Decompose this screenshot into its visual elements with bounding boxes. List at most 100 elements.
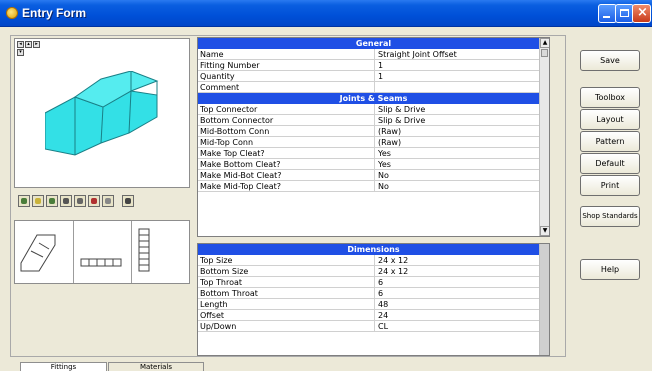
property-value[interactable]: Straight Joint Offset (378, 50, 457, 59)
scroll-down-icon[interactable]: ▼ (540, 226, 549, 236)
pan-down-icon[interactable]: ▾ (17, 49, 24, 56)
property-value[interactable]: 6 (378, 289, 383, 298)
property-row[interactable]: Name Straight Joint Offset (198, 49, 549, 60)
property-row[interactable]: Up/Down CL (198, 321, 549, 332)
property-row[interactable]: Bottom Throat 6 (198, 288, 549, 299)
app-icon (6, 7, 18, 19)
property-label: Make Mid-Bot Cleat? (200, 171, 282, 180)
property-row[interactable]: Make Bottom Cleat? Yes (198, 159, 549, 170)
wireframe-icon[interactable] (32, 195, 44, 207)
property-label: Length (200, 300, 228, 309)
property-label: Bottom Connector (200, 116, 274, 125)
scroll-thumb[interactable] (541, 49, 548, 57)
property-label: Top Throat (200, 278, 243, 287)
property-label: Fitting Number (200, 61, 260, 70)
title-bar: Entry Form × (0, 0, 652, 27)
offset-fitting-model (45, 71, 159, 156)
layout-button[interactable]: Layout (580, 109, 640, 130)
property-label: Comment (200, 83, 240, 92)
property-value[interactable]: 24 x 12 (378, 256, 408, 265)
view-drawings (20, 228, 150, 272)
property-value[interactable]: (Raw) (378, 138, 401, 147)
dimensions-scrollbar[interactable] (539, 244, 549, 355)
property-row[interactable]: Make Mid-Top Cleat? No (198, 181, 549, 192)
property-row[interactable]: Bottom Connector Slip & Drive (198, 115, 549, 126)
tab-fittings[interactable]: Fittings (20, 362, 107, 371)
save-button[interactable]: Save (580, 50, 640, 71)
property-row[interactable]: Offset 24 (198, 310, 549, 321)
property-value[interactable]: Slip & Drive (378, 116, 425, 125)
pattern-button[interactable]: Pattern (580, 131, 640, 152)
property-label: Top Connector (200, 105, 258, 114)
zoom-icon[interactable] (88, 195, 100, 207)
property-value[interactable]: 24 (378, 311, 388, 320)
section-header-joints: Joints & Seams (198, 93, 549, 104)
toolbox-button[interactable]: Toolbox (580, 87, 640, 108)
property-value[interactable]: 24 x 12 (378, 267, 408, 276)
pan-up-icon[interactable]: ▴ (25, 41, 32, 48)
view-toolbar (14, 193, 190, 213)
property-value[interactable]: Yes (378, 160, 391, 169)
property-row[interactable]: Length 48 (198, 299, 549, 310)
property-label: Make Top Cleat? (200, 149, 265, 158)
help-button[interactable]: Help (580, 259, 640, 280)
tab-materials[interactable]: Materials (108, 362, 204, 371)
property-value[interactable]: 1 (378, 61, 383, 70)
iso-view-icon[interactable] (46, 195, 58, 207)
side-view-icon[interactable] (74, 195, 86, 207)
property-row[interactable]: Top Size 24 x 12 (198, 255, 549, 266)
pan-left-icon[interactable]: ◂ (17, 41, 24, 48)
default-button[interactable]: Default (580, 153, 640, 174)
property-label: Quantity (200, 72, 235, 81)
property-value[interactable]: Slip & Drive (378, 105, 425, 114)
print-button[interactable]: Print (580, 175, 640, 196)
general-scrollbar[interactable]: ▲ ▼ (539, 38, 549, 236)
property-label: Make Mid-Top Cleat? (200, 182, 282, 191)
client-area: ◂ ▴ ▸ ▾ General Name Straight Joint Offs… (0, 27, 652, 371)
pan-right-icon[interactable]: ▸ (33, 41, 40, 48)
property-value[interactable]: 48 (378, 300, 388, 309)
property-label: Up/Down (200, 322, 237, 331)
property-label: Make Bottom Cleat? (200, 160, 281, 169)
close-icon: × (637, 5, 648, 20)
property-label: Offset (200, 311, 225, 320)
section-header-general: General (198, 38, 549, 49)
property-row[interactable]: Mid-Top Conn (Raw) (198, 137, 549, 148)
property-value[interactable]: 1 (378, 72, 383, 81)
window-title: Entry Form (22, 6, 87, 20)
scroll-up-icon[interactable]: ▲ (540, 38, 549, 48)
general-properties-grid[interactable]: General Name Straight Joint Offset Fittin… (197, 37, 550, 237)
grid-icon[interactable] (102, 195, 114, 207)
property-label: Bottom Throat (200, 289, 258, 298)
property-value[interactable]: 6 (378, 278, 383, 287)
property-row[interactable]: Top Connector Slip & Drive (198, 104, 549, 115)
property-row[interactable]: Make Mid-Bot Cleat? No (198, 170, 549, 181)
property-value[interactable]: CL (378, 322, 388, 331)
property-row[interactable]: Bottom Size 24 x 12 (198, 266, 549, 277)
orthographic-views (14, 220, 190, 284)
settings-icon[interactable] (122, 195, 134, 207)
minimize-icon (603, 16, 610, 18)
close-button[interactable]: × (632, 4, 651, 23)
property-row[interactable]: Make Top Cleat? Yes (198, 148, 549, 159)
dimensions-grid[interactable]: Dimensions Top Size 24 x 12 Bottom Size 24… (197, 243, 550, 356)
property-row[interactable]: Comment (198, 82, 549, 93)
property-row[interactable]: Quantity 1 (198, 71, 549, 82)
shop-standards-button[interactable]: Shop Standards (580, 206, 640, 227)
property-value[interactable]: Yes (378, 149, 391, 158)
property-row[interactable]: Mid-Bottom Conn (Raw) (198, 126, 549, 137)
property-row[interactable]: Top Throat 6 (198, 277, 549, 288)
property-label: Bottom Size (200, 267, 249, 276)
property-value[interactable]: No (378, 171, 389, 180)
property-label: Mid-Top Conn (200, 138, 254, 147)
property-row[interactable]: Fitting Number 1 (198, 60, 549, 71)
property-label: Top Size (200, 256, 233, 265)
front-view-icon[interactable] (60, 195, 72, 207)
property-label: Name (200, 50, 224, 59)
section-header-dimensions: Dimensions (198, 244, 549, 255)
property-value[interactable]: (Raw) (378, 127, 401, 136)
fitting-preview[interactable]: ◂ ▴ ▸ ▾ (14, 38, 190, 188)
maximize-icon (620, 9, 629, 17)
property-value[interactable]: No (378, 182, 389, 191)
shade-icon[interactable] (18, 195, 30, 207)
